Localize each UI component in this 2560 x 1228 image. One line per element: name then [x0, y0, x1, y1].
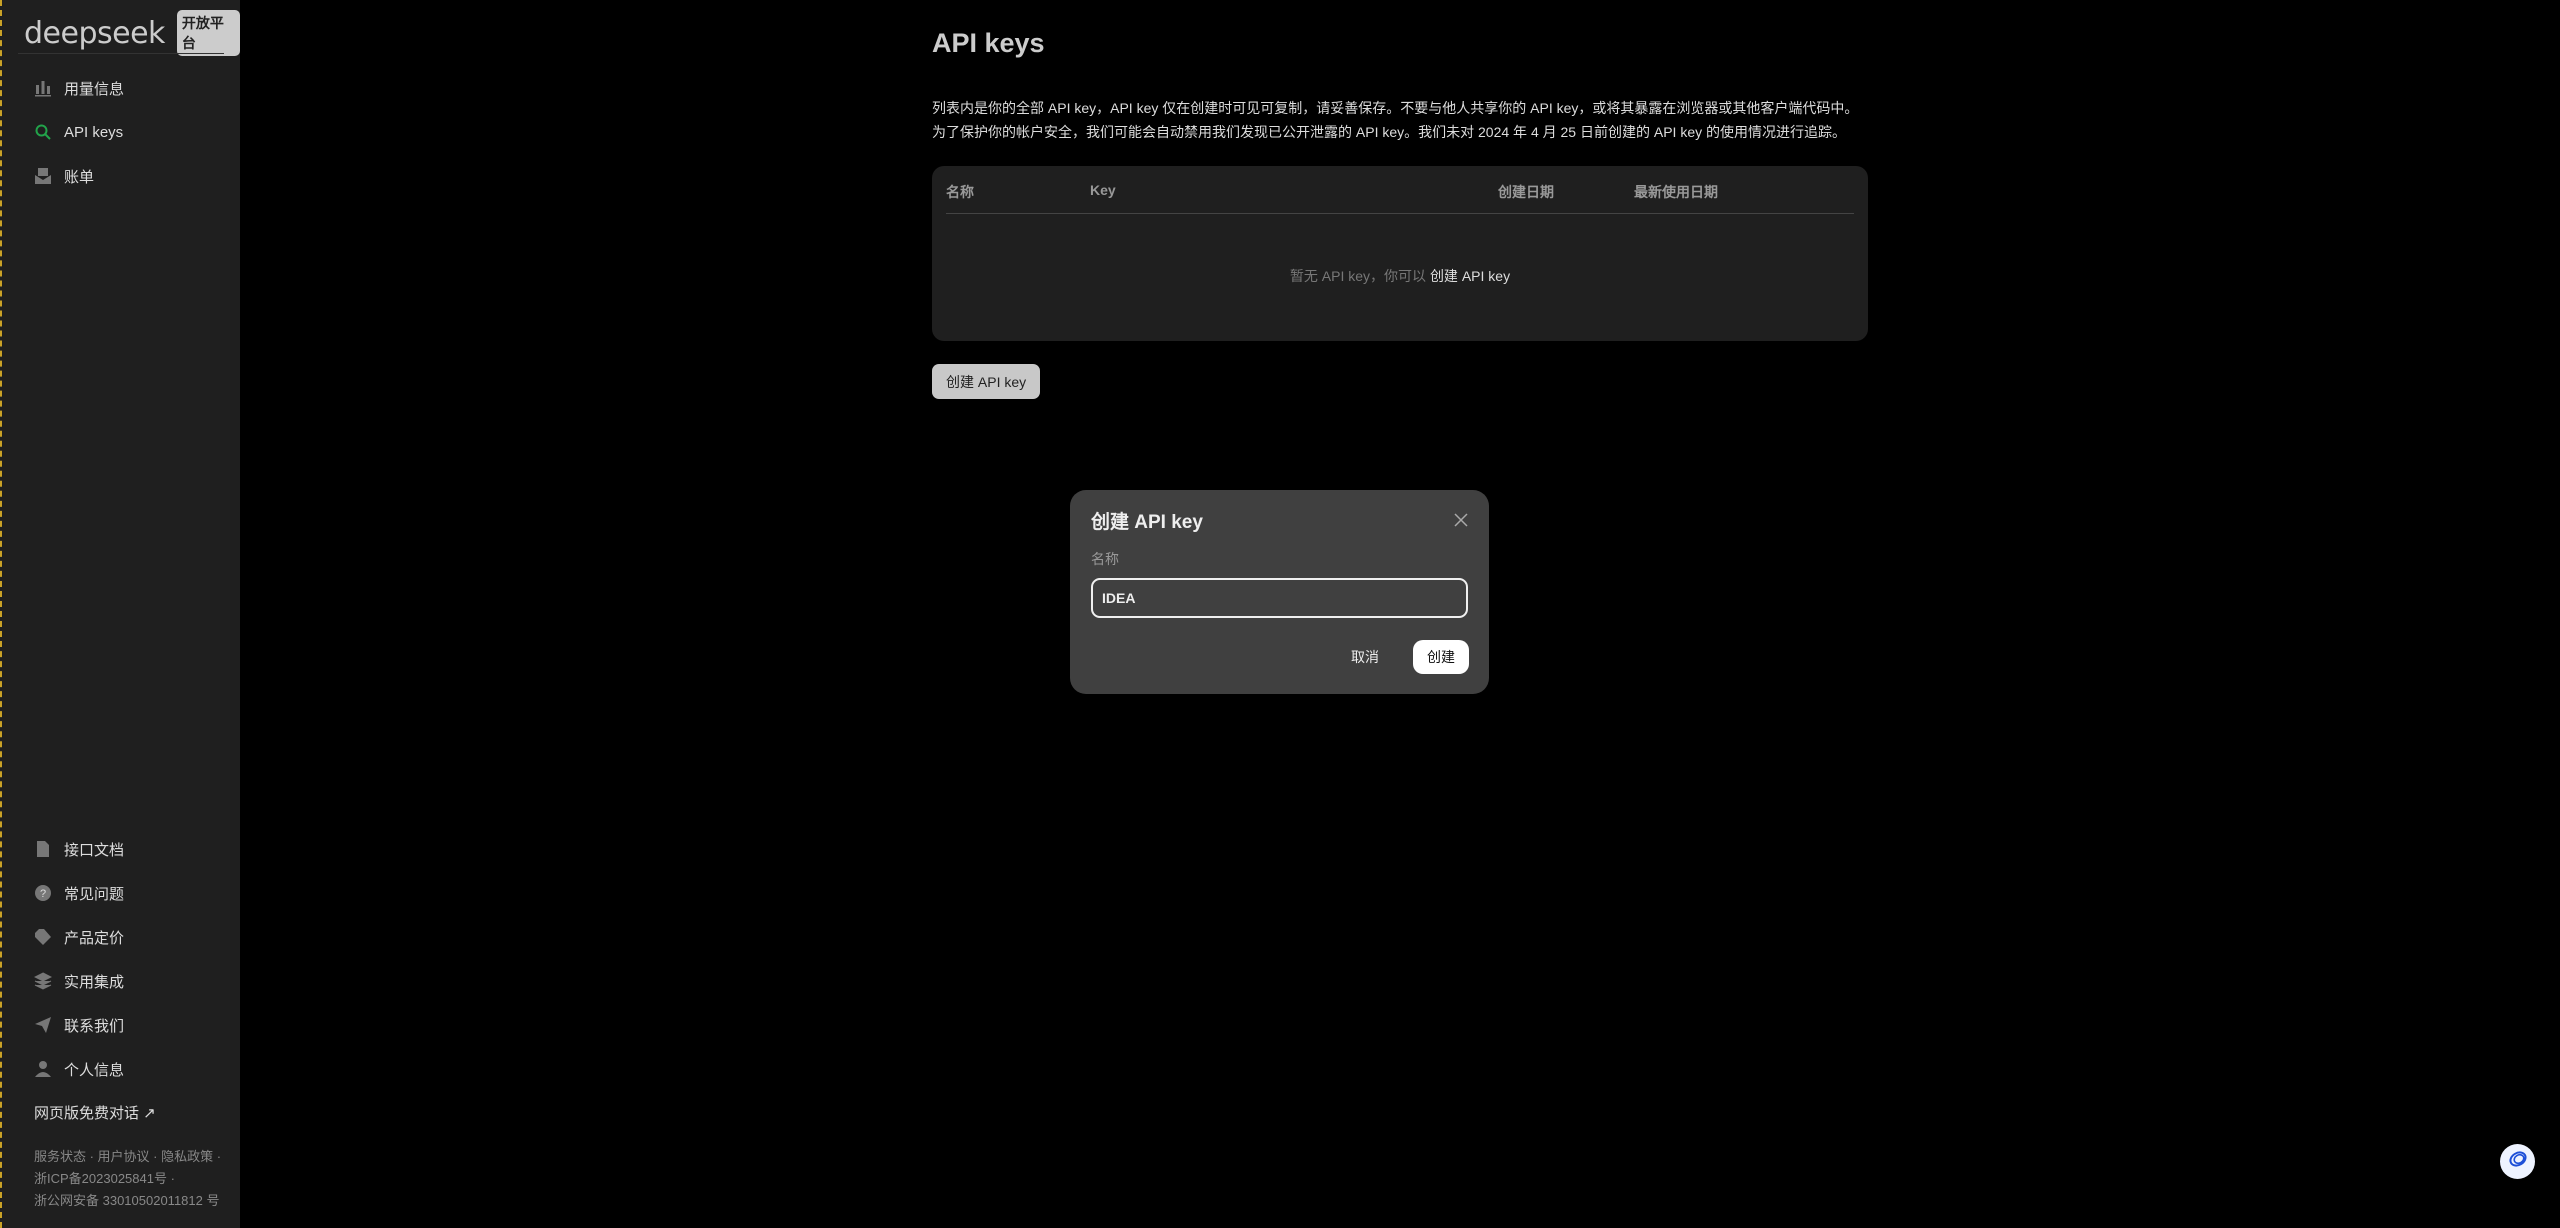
layers-icon — [34, 972, 52, 990]
sidebar-item-docs[interactable]: 接口文档 — [34, 837, 124, 861]
footer-links[interactable]: 服务状态 · 用户协议 · 隐私政策 · — [34, 1146, 221, 1168]
empty-text: 暂无 API key，你可以 — [1289, 268, 1430, 284]
description-line: 为了保护你的帐户安全，我们可能会自动禁用我们发现已公开泄露的 API key。我… — [932, 124, 1846, 140]
name-label: 名称 — [1091, 551, 1119, 567]
sidebar-item-pricing[interactable]: 产品定价 — [34, 925, 124, 949]
icp-number[interactable]: 浙ICP备2023025841号 · — [34, 1168, 221, 1190]
create-api-key-link[interactable]: 创建 API key — [1430, 268, 1510, 284]
sidebar-item-usage[interactable]: 用量信息 — [34, 76, 124, 100]
send-icon — [34, 1016, 52, 1034]
confirm-create-button[interactable]: 创建 — [1413, 640, 1469, 674]
divider — [18, 53, 224, 54]
description-line: 列表内是你的全部 API key，API key 仅在创建时可见可复制，请妥善保… — [932, 100, 1859, 116]
dialog-title: 创建 API key — [1091, 512, 1203, 533]
column-header-name: 名称 — [946, 184, 974, 200]
sidebar: deepseek 开放平台 用量信息 API keys 账单 接口文档 ? 常见… — [0, 0, 240, 1228]
sidebar-item-label: 联系我们 — [64, 1017, 125, 1035]
sidebar-item-label: 常见问题 — [64, 885, 125, 903]
assistant-icon — [2507, 1148, 2529, 1175]
description: 列表内是你的全部 API key，API key 仅在创建时可见可复制，请妥善保… — [932, 96, 1858, 144]
question-icon: ? — [34, 884, 52, 902]
sidebar-item-api-keys[interactable]: API keys — [34, 120, 123, 144]
sidebar-item-label: 实用集成 — [64, 973, 125, 991]
column-header-key: Key — [1090, 182, 1116, 198]
sidebar-item-label: 账单 — [64, 168, 95, 186]
logo-text: deepseek — [24, 15, 165, 51]
assistant-float-button[interactable] — [2500, 1144, 2535, 1179]
search-key-icon — [34, 123, 52, 141]
svg-text:?: ? — [40, 888, 46, 900]
column-header-created: 创建日期 — [1498, 184, 1554, 200]
close-icon[interactable] — [1451, 510, 1471, 530]
column-header-last-used: 最新使用日期 — [1634, 184, 1718, 200]
free-chat-link[interactable]: 网页版免费对话 ↗ — [34, 1102, 156, 1123]
api-keys-table: 名称 Key 创建日期 最新使用日期 暂无 API key，你可以 创建 API… — [932, 166, 1868, 341]
user-icon — [34, 1060, 52, 1078]
header-divider — [946, 213, 1854, 214]
cancel-button[interactable]: 取消 — [1351, 647, 1379, 667]
logo[interactable]: deepseek 开放平台 — [24, 10, 240, 56]
sidebar-item-integrations[interactable]: 实用集成 — [34, 969, 124, 993]
document-icon — [34, 840, 52, 858]
sidebar-item-billing[interactable]: 账单 — [34, 164, 94, 188]
sidebar-item-faq[interactable]: ? 常见问题 — [34, 881, 124, 905]
platform-badge: 开放平台 — [176, 10, 240, 56]
sidebar-item-label: 接口文档 — [64, 841, 125, 859]
bar-chart-icon — [34, 79, 52, 97]
page-title: API keys — [932, 28, 1045, 58]
empty-state: 暂无 API key，你可以 创建 API key — [932, 266, 1868, 286]
sidebar-item-label: API keys — [64, 123, 124, 141]
sidebar-item-contact[interactable]: 联系我们 — [34, 1013, 124, 1037]
sidebar-item-label: 个人信息 — [64, 1061, 125, 1079]
create-api-key-button[interactable]: 创建 API key — [932, 364, 1041, 399]
name-input[interactable] — [1091, 578, 1468, 618]
sidebar-item-profile[interactable]: 个人信息 — [34, 1057, 124, 1081]
tag-icon — [34, 928, 52, 946]
sidebar-item-label: 产品定价 — [64, 929, 125, 947]
bill-icon — [34, 167, 52, 185]
sidebar-item-label: 用量信息 — [64, 80, 125, 98]
police-number[interactable]: 浙公网安备 33010502011812 号 — [34, 1190, 221, 1212]
footer: 服务状态 · 用户协议 · 隐私政策 · 浙ICP备2023025841号 · … — [34, 1146, 221, 1212]
create-api-key-dialog: 创建 API key 名称 取消 创建 — [1070, 490, 1489, 694]
